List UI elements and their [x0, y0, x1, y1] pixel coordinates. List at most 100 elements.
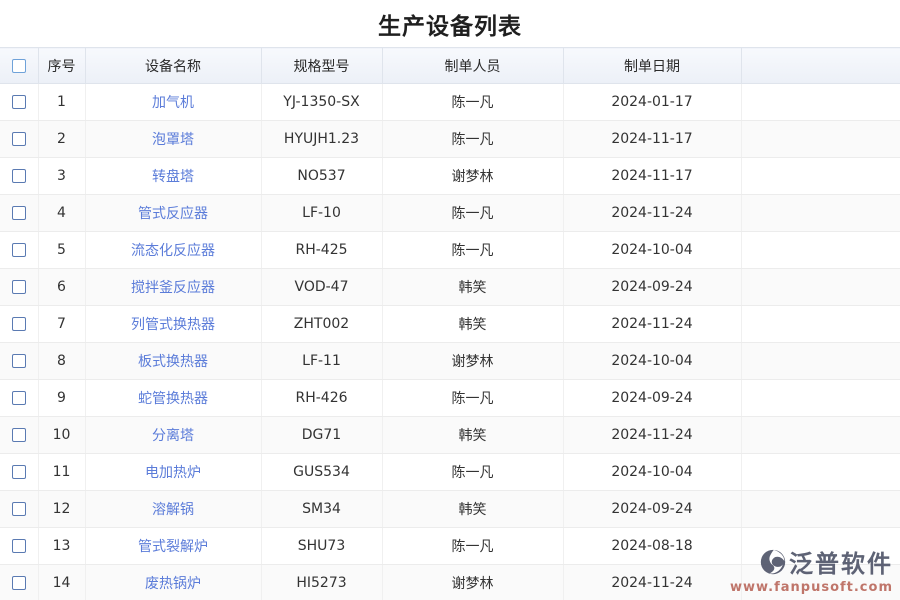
row-checkbox-cell: [0, 195, 38, 232]
page-title: 生产设备列表: [0, 0, 900, 47]
device-name-link[interactable]: 分离塔: [152, 428, 194, 444]
row-index: 12: [38, 491, 85, 528]
table-row: 10分离塔DG71韩笑2024-11-24: [0, 417, 900, 454]
table-row: 1加气机YJ-1350-SX陈一凡2024-01-17: [0, 84, 900, 121]
row-index: 9: [38, 380, 85, 417]
table-row: 8板式换热器LF-11谢梦林2024-10-04: [0, 343, 900, 380]
maker-cell: 谢梦林: [382, 565, 563, 600]
maker-cell: 陈一凡: [382, 195, 563, 232]
device-name-cell: 废热锅炉: [85, 565, 261, 600]
device-name-link[interactable]: 电加热炉: [145, 465, 201, 481]
maker-cell: 谢梦林: [382, 343, 563, 380]
row-checkbox[interactable]: [12, 280, 26, 294]
spec-cell: LF-11: [261, 343, 382, 380]
maker-cell: 谢梦林: [382, 158, 563, 195]
maker-cell: 韩笑: [382, 417, 563, 454]
table-row: 4管式反应器LF-10陈一凡2024-11-24: [0, 195, 900, 232]
table-row: 3转盘塔NO537谢梦林2024-11-17: [0, 158, 900, 195]
maker-cell: 陈一凡: [382, 380, 563, 417]
row-index: 6: [38, 269, 85, 306]
row-checkbox[interactable]: [12, 539, 26, 553]
device-name-link[interactable]: 加气机: [152, 95, 194, 111]
row-checkbox[interactable]: [12, 317, 26, 331]
extra-cell: [741, 195, 900, 232]
row-checkbox[interactable]: [12, 95, 26, 109]
date-cell: 2024-01-17: [563, 84, 741, 121]
device-name-link[interactable]: 流态化反应器: [131, 243, 215, 259]
spec-cell: NO537: [261, 158, 382, 195]
device-name-cell: 搅拌釜反应器: [85, 269, 261, 306]
column-header-maker: 制单人员: [382, 48, 563, 84]
extra-cell: [741, 84, 900, 121]
table-row: 6搅拌釜反应器VOD-47韩笑2024-09-24: [0, 269, 900, 306]
device-name-link[interactable]: 列管式换热器: [131, 317, 215, 333]
row-index: 11: [38, 454, 85, 491]
device-name-link[interactable]: 转盘塔: [152, 169, 194, 185]
date-cell: 2024-11-24: [563, 306, 741, 343]
row-checkbox[interactable]: [12, 391, 26, 405]
row-checkbox[interactable]: [12, 576, 26, 590]
extra-cell: [741, 158, 900, 195]
device-name-link[interactable]: 管式裂解炉: [138, 539, 208, 555]
row-checkbox[interactable]: [12, 502, 26, 516]
device-name-link[interactable]: 搅拌釜反应器: [131, 280, 215, 296]
spec-cell: YJ-1350-SX: [261, 84, 382, 121]
row-checkbox-cell: [0, 158, 38, 195]
device-name-cell: 管式反应器: [85, 195, 261, 232]
row-checkbox[interactable]: [12, 169, 26, 183]
date-cell: 2024-11-24: [563, 565, 741, 600]
row-index: 4: [38, 195, 85, 232]
device-name-cell: 列管式换热器: [85, 306, 261, 343]
row-checkbox[interactable]: [12, 465, 26, 479]
spec-cell: ZHT002: [261, 306, 382, 343]
date-cell: 2024-10-04: [563, 232, 741, 269]
column-header-date: 制单日期: [563, 48, 741, 84]
column-header-index: 序号: [38, 48, 85, 84]
device-name-link[interactable]: 管式反应器: [138, 206, 208, 222]
row-checkbox-cell: [0, 269, 38, 306]
row-checkbox-cell: [0, 380, 38, 417]
extra-cell: [741, 491, 900, 528]
date-cell: 2024-10-04: [563, 343, 741, 380]
device-name-cell: 分离塔: [85, 417, 261, 454]
device-name-link[interactable]: 板式换热器: [138, 354, 208, 370]
maker-cell: 陈一凡: [382, 232, 563, 269]
device-name-cell: 蛇管换热器: [85, 380, 261, 417]
spec-cell: HI5273: [261, 565, 382, 600]
row-checkbox[interactable]: [12, 132, 26, 146]
select-all-checkbox[interactable]: [12, 59, 26, 73]
row-checkbox-cell: [0, 343, 38, 380]
device-name-link[interactable]: 泡罩塔: [152, 132, 194, 148]
row-checkbox-cell: [0, 491, 38, 528]
row-checkbox[interactable]: [12, 428, 26, 442]
spec-cell: HYUJH1.23: [261, 121, 382, 158]
row-index: 14: [38, 565, 85, 600]
select-all-cell: [0, 48, 38, 84]
device-name-cell: 加气机: [85, 84, 261, 121]
table-row: 9蛇管换热器RH-426陈一凡2024-09-24: [0, 380, 900, 417]
table-row: 12溶解锅SM34韩笑2024-09-24: [0, 491, 900, 528]
maker-cell: 陈一凡: [382, 454, 563, 491]
table-row: 2泡罩塔HYUJH1.23陈一凡2024-11-17: [0, 121, 900, 158]
equipment-table: 序号 设备名称 规格型号 制单人员 制单日期 1加气机YJ-1350-SX陈一凡…: [0, 47, 900, 600]
maker-cell: 陈一凡: [382, 528, 563, 565]
row-checkbox-cell: [0, 528, 38, 565]
spec-cell: GUS534: [261, 454, 382, 491]
extra-cell: [741, 417, 900, 454]
row-checkbox[interactable]: [12, 243, 26, 257]
row-checkbox-cell: [0, 565, 38, 600]
device-name-link[interactable]: 蛇管换热器: [138, 391, 208, 407]
device-name-link[interactable]: 废热锅炉: [145, 576, 201, 592]
row-checkbox[interactable]: [12, 354, 26, 368]
table-body: 1加气机YJ-1350-SX陈一凡2024-01-172泡罩塔HYUJH1.23…: [0, 84, 900, 600]
maker-cell: 陈一凡: [382, 121, 563, 158]
device-name-cell: 转盘塔: [85, 158, 261, 195]
row-checkbox[interactable]: [12, 206, 26, 220]
maker-cell: 韩笑: [382, 269, 563, 306]
device-name-link[interactable]: 溶解锅: [152, 502, 194, 518]
extra-cell: [741, 121, 900, 158]
watermark: 泛普软件 www.fanpusoft.com: [730, 544, 893, 595]
watermark-brand-text: 泛普软件: [789, 544, 893, 579]
date-cell: 2024-10-04: [563, 454, 741, 491]
date-cell: 2024-11-24: [563, 195, 741, 232]
